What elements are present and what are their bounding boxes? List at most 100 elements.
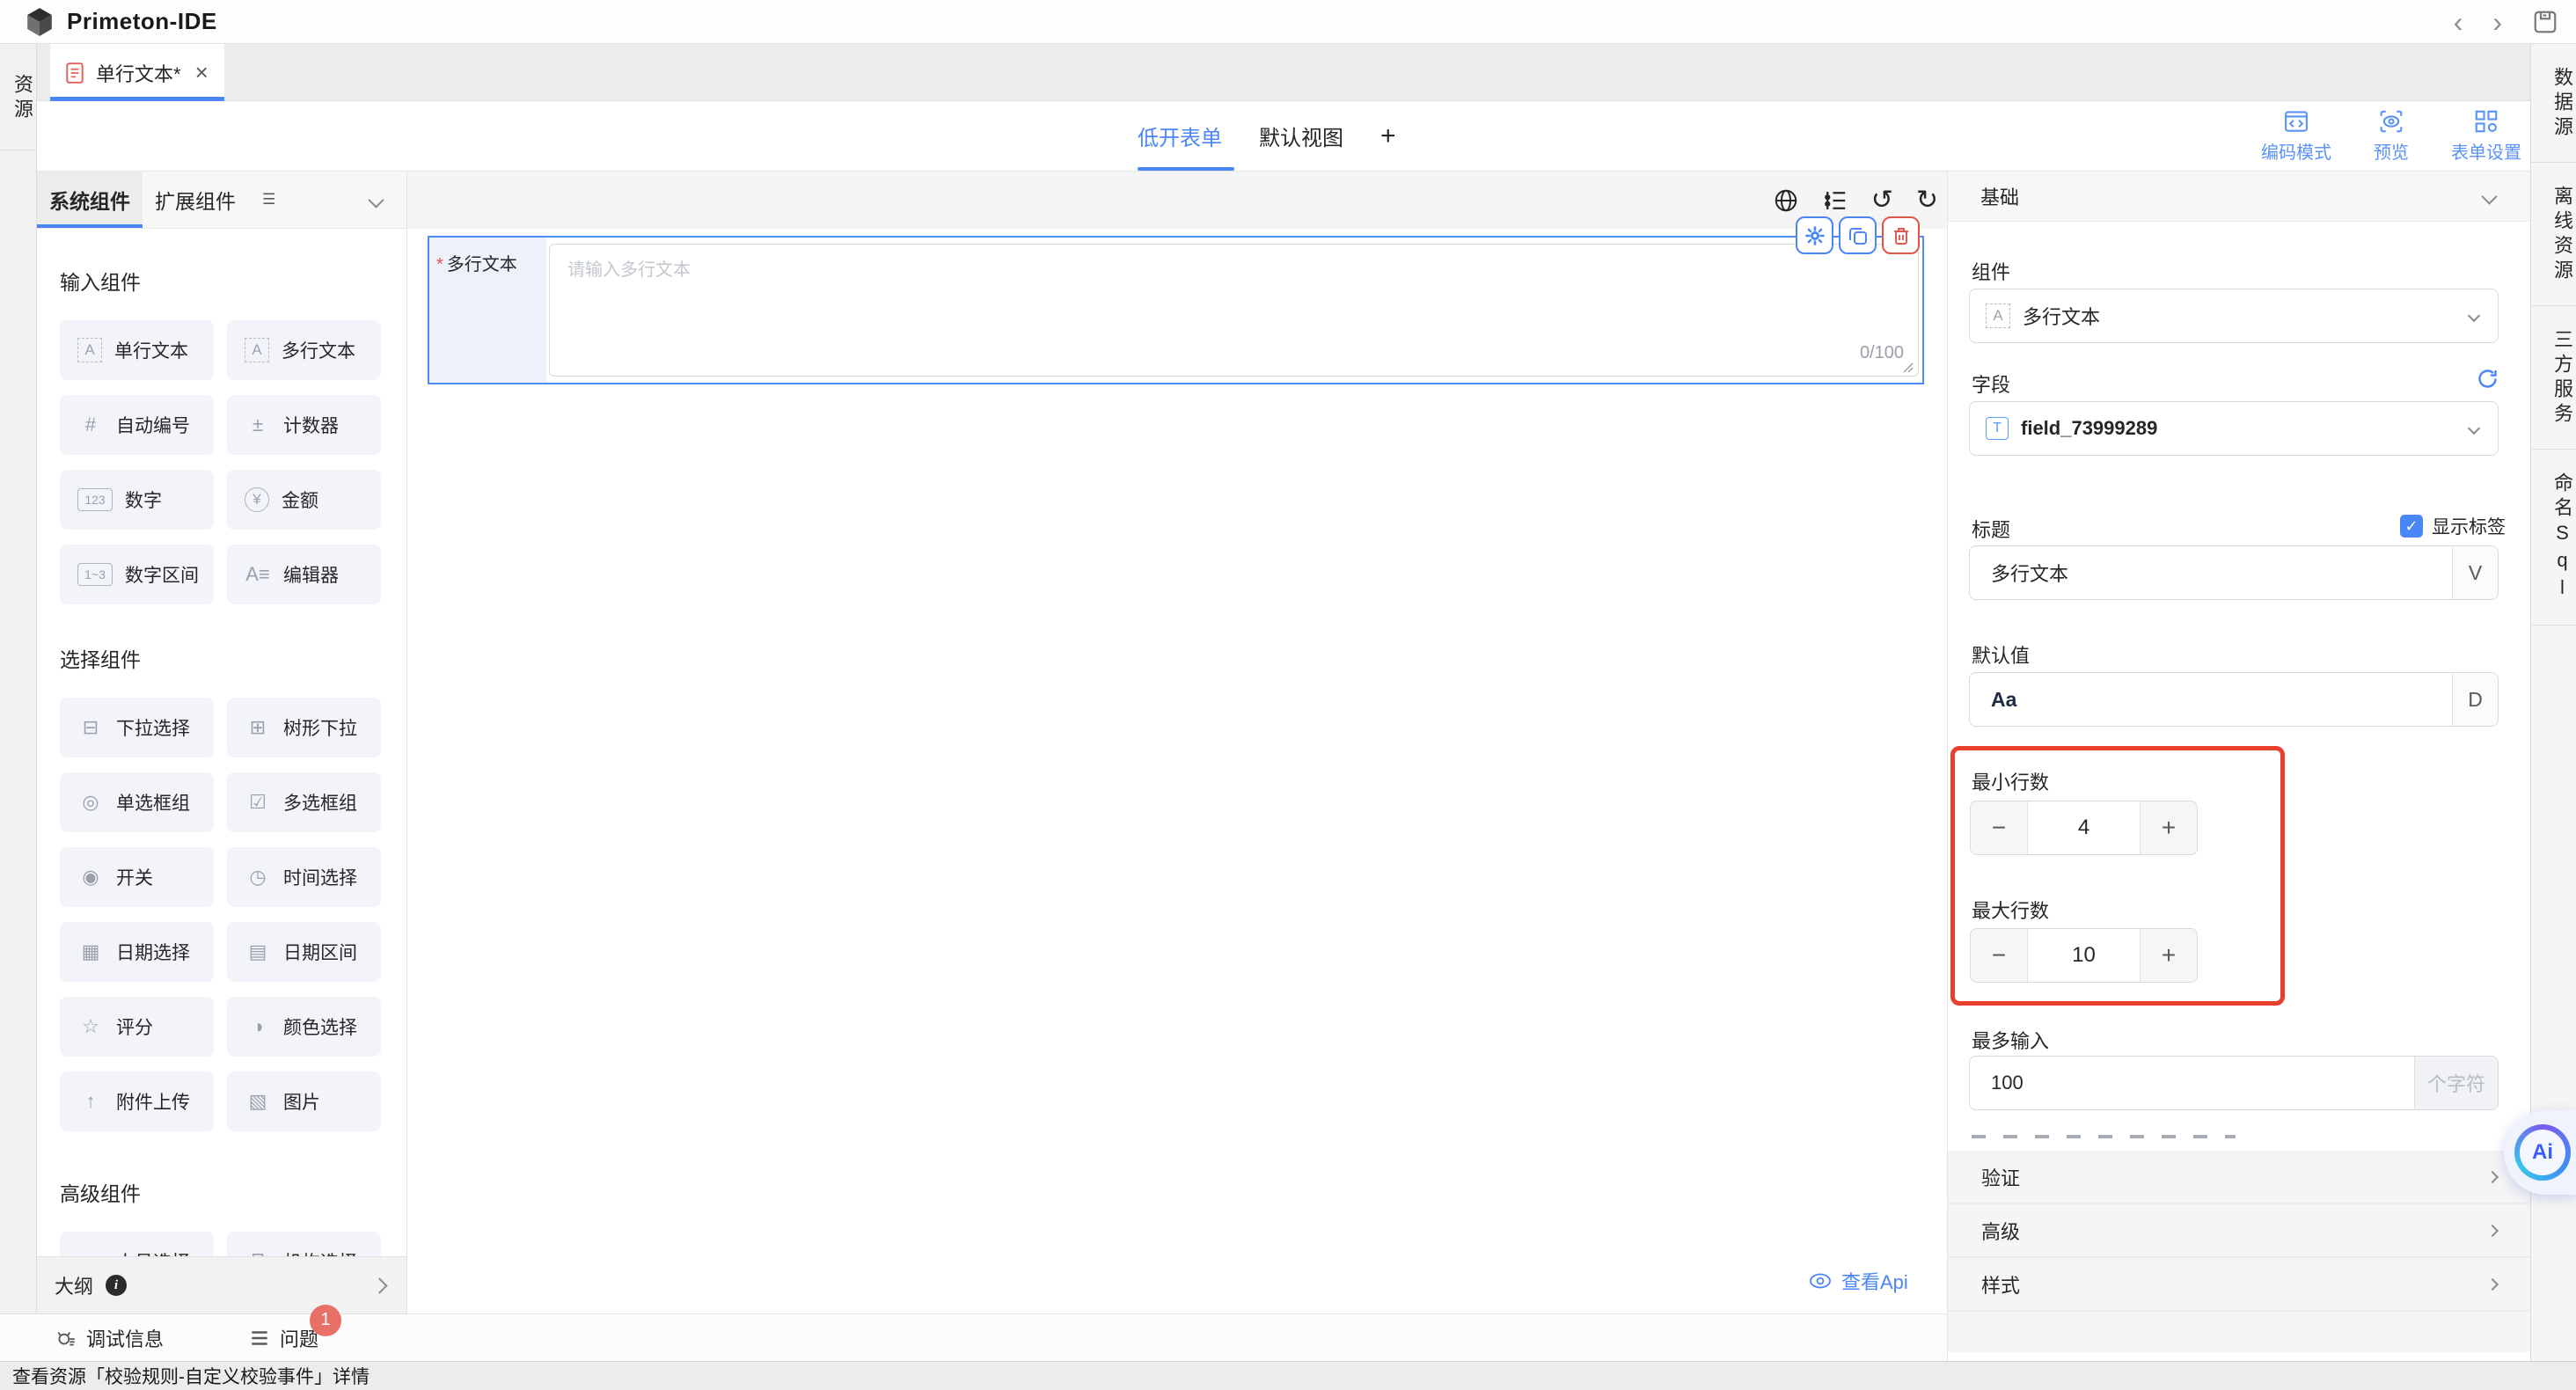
field-select-value: field_73999289 bbox=[2021, 417, 2157, 440]
component-item-日期选择[interactable]: ▦日期选择 bbox=[60, 922, 214, 982]
refresh-icon[interactable] bbox=[2476, 367, 2499, 391]
field-settings-button[interactable] bbox=[1796, 216, 1833, 254]
minus-button[interactable]: − bbox=[1971, 801, 2028, 854]
component-section-高级组件: 高级组件○人员选择品机构选择 bbox=[60, 1177, 380, 1256]
max-rows-value[interactable]: 10 bbox=[2028, 929, 2140, 982]
component-item-时间选择[interactable]: ◷时间选择 bbox=[227, 847, 381, 907]
field-select[interactable]: T field_73999289 bbox=[1969, 401, 2499, 456]
component-item-编辑器[interactable]: A≡编辑器 bbox=[227, 545, 381, 604]
component-item-评分[interactable]: ☆评分 bbox=[60, 997, 214, 1057]
right-rail-tab-离线资源[interactable]: 离线资源 bbox=[2531, 163, 2576, 306]
component-item-日期区间[interactable]: ▤ 日期区间 bbox=[227, 922, 381, 982]
component-item-机构选择[interactable]: 品机构选择 bbox=[227, 1232, 381, 1256]
component-item-数字区间[interactable]: 1~3数字区间 bbox=[60, 545, 214, 604]
structure-settings-icon[interactable] bbox=[1822, 187, 1848, 214]
inspector-section-label: 样式 bbox=[1981, 1270, 2020, 1299]
default-value-input[interactable]: Aa D bbox=[1969, 672, 2499, 727]
component-item-label: 下拉选择 bbox=[116, 714, 190, 741]
designer-header: 低开表单 默认视图 + 编码模式 预览表单设置 bbox=[37, 101, 2530, 172]
颜色选择-icon: ◑ bbox=[245, 1015, 271, 1038]
add-view-button[interactable]: + bbox=[1380, 123, 1396, 150]
component-item-自动编号[interactable]: #自动编号 bbox=[60, 395, 214, 455]
日期区间-icon: ▤ bbox=[245, 940, 271, 963]
field-delete-button[interactable] bbox=[1882, 216, 1920, 254]
component-item-开关[interactable]: ◉开关 bbox=[60, 847, 214, 907]
component-item-多选框组[interactable]: ☑多选框组 bbox=[227, 772, 381, 832]
component-select[interactable]: A 多行文本 bbox=[1969, 289, 2499, 343]
component-item-金额[interactable]: ¥金额 bbox=[227, 470, 381, 530]
日期选择-icon: ▦ bbox=[77, 940, 104, 963]
编辑器-icon: A≡ bbox=[245, 563, 271, 586]
list-view-icon[interactable]: ☰ bbox=[262, 191, 275, 208]
component-item-多行文本[interactable]: A多行文本 bbox=[227, 320, 381, 380]
problems-button[interactable]: 问题 1 bbox=[248, 1324, 318, 1352]
show-label-checkbox[interactable]: ✓ 显示标签 bbox=[2400, 513, 2506, 539]
outline-toggle[interactable]: 大纲 i bbox=[37, 1256, 406, 1313]
树形下拉-icon: ⊞ bbox=[245, 716, 271, 739]
component-item-计数器[interactable]: ±计数器 bbox=[227, 395, 381, 455]
globe-icon[interactable] bbox=[1773, 187, 1799, 214]
inspector-collapsed-sections: 验证高级样式 bbox=[1948, 1151, 2530, 1352]
component-item-颜色选择[interactable]: ◑颜色选择 bbox=[227, 997, 381, 1057]
view-api-link[interactable]: 查看Api bbox=[1808, 1267, 1908, 1295]
close-icon[interactable]: × bbox=[195, 59, 209, 86]
redo-icon[interactable]: ↻ bbox=[1916, 187, 1938, 214]
plus-button[interactable]: + bbox=[2140, 929, 2197, 982]
nav-back-icon[interactable]: ‹ bbox=[2454, 8, 2463, 36]
chevron-down-icon[interactable] bbox=[368, 192, 384, 208]
header-action-label: 编码模式 bbox=[2261, 138, 2331, 164]
status-message[interactable]: 查看资源「校验规则-自定义校验事件」详情 bbox=[12, 1363, 370, 1389]
title-variable-button[interactable]: V bbox=[2452, 546, 2498, 599]
component-item-单行文本[interactable]: A单行文本 bbox=[60, 320, 214, 380]
component-grid: ○人员选择品机构选择 bbox=[60, 1232, 380, 1256]
view-tab-默认视图[interactable]: 默认视图 bbox=[1259, 121, 1343, 151]
default-value-text: Aa bbox=[1991, 688, 2016, 712]
component-item-人员选择[interactable]: ○人员选择 bbox=[60, 1232, 214, 1256]
selected-field-multiline-text[interactable]: *多行文本 请输入多行文本 0/100 bbox=[428, 236, 1924, 384]
component-item-树形下拉[interactable]: ⊞树形下拉 bbox=[227, 698, 381, 757]
view-api-label: 查看Api bbox=[1841, 1267, 1908, 1295]
header-action-preview[interactable]: 预览 bbox=[2374, 108, 2409, 164]
header-action-code-mode[interactable]: 编码模式 bbox=[2261, 108, 2331, 164]
单行文本-icon: A bbox=[77, 338, 102, 362]
nav-forward-icon[interactable]: › bbox=[2492, 8, 2502, 36]
view-tab-低开表单[interactable]: 低开表单 bbox=[1138, 121, 1222, 151]
chevron-down-icon bbox=[2468, 422, 2480, 435]
save-icon[interactable] bbox=[2532, 9, 2558, 35]
inspector-section-样式[interactable]: 样式 bbox=[1948, 1258, 2530, 1312]
component-item-label: 日期区间 bbox=[283, 939, 357, 965]
inspector-section-basic[interactable]: 基础 bbox=[1948, 172, 2530, 222]
tab-extension-components[interactable]: 扩展组件 bbox=[143, 172, 248, 228]
title-input[interactable]: 多行文本 V bbox=[1969, 545, 2499, 600]
max-input-field[interactable]: 100 个字符 bbox=[1969, 1056, 2499, 1110]
right-rail-tab-数据源[interactable]: 数据源 bbox=[2531, 44, 2576, 163]
component-item-图片[interactable]: ▧图片 bbox=[227, 1072, 381, 1131]
plus-button[interactable]: + bbox=[2140, 801, 2197, 854]
debug-info-button[interactable]: 调试信息 bbox=[55, 1324, 164, 1352]
component-section-title: 选择组件 bbox=[60, 643, 380, 673]
inspector-section-验证[interactable]: 验证 bbox=[1948, 1151, 2530, 1204]
minus-button[interactable]: − bbox=[1971, 929, 2028, 982]
max-input-value: 100 bbox=[1991, 1072, 2023, 1094]
undo-icon[interactable]: ↺ bbox=[1871, 187, 1893, 214]
trash-icon bbox=[1891, 225, 1912, 246]
component-item-附件上传[interactable]: ↑附件上传 bbox=[60, 1072, 214, 1131]
inspector-section-高级[interactable]: 高级 bbox=[1948, 1204, 2530, 1258]
field-copy-button[interactable] bbox=[1839, 216, 1877, 254]
default-value-d-button[interactable]: D bbox=[2452, 673, 2498, 726]
component-item-单选框组[interactable]: ◎单选框组 bbox=[60, 772, 214, 832]
resize-handle[interactable] bbox=[1900, 360, 1914, 374]
field-type-icon: T bbox=[1986, 417, 2009, 440]
multiline-textarea[interactable]: 请输入多行文本 0/100 bbox=[549, 244, 1919, 377]
min-rows-value[interactable]: 4 bbox=[2028, 801, 2140, 854]
bottom-toolbar: 调试信息 问题 1 bbox=[0, 1313, 1947, 1361]
component-item-数字[interactable]: 123数字 bbox=[60, 470, 214, 530]
right-rail-tab-三方服务[interactable]: 三方服务 bbox=[2531, 306, 2576, 450]
preview-icon bbox=[2378, 108, 2404, 135]
header-action-form-settings[interactable]: 表单设置 bbox=[2451, 108, 2521, 164]
left-rail-tab-资源[interactable]: 资源 bbox=[0, 44, 36, 150]
right-rail-tab-命名Sql[interactable]: 命名Sql bbox=[2531, 450, 2576, 626]
component-item-下拉选择[interactable]: ⊟下拉选择 bbox=[60, 698, 214, 757]
file-tab-single-line-text[interactable]: 单行文本* × bbox=[50, 44, 224, 101]
tab-system-components[interactable]: 系统组件 bbox=[37, 172, 143, 228]
